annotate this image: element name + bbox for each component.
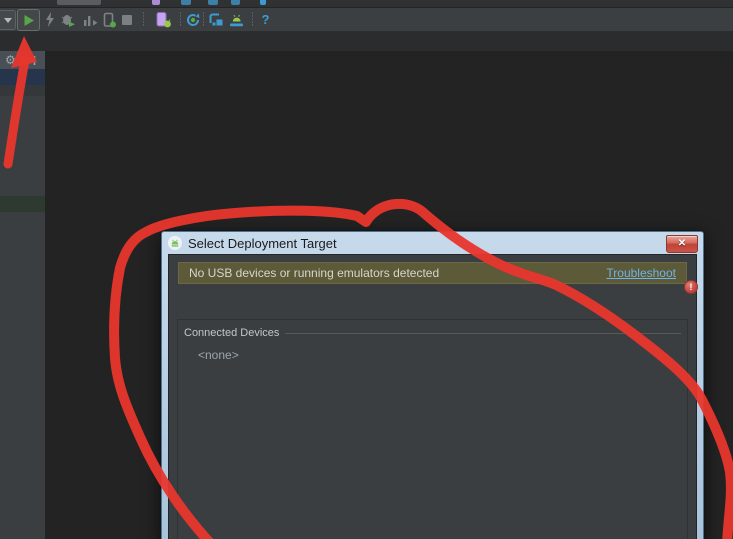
partial-profiler-icon bbox=[231, 0, 240, 5]
device-icon bbox=[101, 12, 117, 28]
partial-avd-icon bbox=[152, 0, 160, 5]
section-label: Connected Devices bbox=[184, 327, 279, 339]
debug-button[interactable] bbox=[59, 11, 76, 28]
dialog-title: Select Deployment Target bbox=[188, 236, 337, 251]
close-button[interactable]: ✕ bbox=[666, 235, 698, 253]
gradle-sync-icon bbox=[185, 12, 201, 28]
warning-banner: No USB devices or running emulators dete… bbox=[178, 262, 687, 284]
toolbar-separator bbox=[180, 12, 181, 27]
banner-message: No USB devices or running emulators dete… bbox=[189, 266, 606, 280]
cutoff-toolbar-strip bbox=[0, 0, 733, 8]
panel-header: ⚙ bbox=[0, 51, 45, 69]
help-button[interactable]: ? bbox=[257, 11, 274, 28]
profile-button[interactable] bbox=[81, 11, 98, 28]
stop-square-icon bbox=[119, 12, 135, 28]
chevron-down-icon bbox=[4, 18, 12, 23]
main-toolbar: ? bbox=[0, 8, 733, 32]
android-logo-icon bbox=[168, 236, 182, 250]
toolbar-separator bbox=[203, 12, 204, 27]
partial-button-icon bbox=[57, 0, 101, 5]
partial-sdk-icon bbox=[208, 0, 218, 5]
profile-chart-icon bbox=[82, 12, 98, 28]
run-play-icon bbox=[22, 14, 35, 27]
error-badge-glyph: ! bbox=[690, 282, 693, 292]
avd-manager-button[interactable] bbox=[152, 11, 176, 28]
avd-manager-icon bbox=[154, 12, 174, 28]
lightning-icon bbox=[43, 12, 57, 27]
toolbar-separator bbox=[252, 12, 253, 27]
dialog-body: No USB devices or running emulators dete… bbox=[168, 254, 697, 539]
toolbar-separator bbox=[143, 12, 144, 27]
settings-gear-icon[interactable]: ⚙ bbox=[5, 54, 16, 66]
highlighted-tree-row[interactable] bbox=[0, 196, 45, 212]
select-deployment-target-dialog: Select Deployment Target ✕ No USB device… bbox=[161, 231, 704, 539]
selected-tree-row[interactable] bbox=[0, 69, 45, 85]
apply-changes-button[interactable] bbox=[41, 11, 58, 28]
left-panel: ⚙ bbox=[0, 51, 45, 539]
sdk-manager-button[interactable] bbox=[207, 11, 224, 28]
dialog-titlebar[interactable]: Select Deployment Target ✕ bbox=[162, 232, 703, 254]
partial-sync-icon bbox=[181, 0, 191, 5]
android-studio-window: ? ⚙ bbox=[0, 0, 733, 539]
tree-row[interactable] bbox=[0, 85, 45, 96]
connected-devices-section: Connected Devices bbox=[178, 320, 687, 339]
debug-bug-icon bbox=[60, 12, 76, 28]
troubleshoot-link[interactable]: Troubleshoot bbox=[606, 266, 676, 280]
no-device-item[interactable]: <none> bbox=[178, 339, 687, 362]
sync-project-button[interactable] bbox=[184, 11, 201, 28]
close-icon: ✕ bbox=[678, 239, 686, 249]
help-icon: ? bbox=[262, 13, 270, 26]
navigation-bar bbox=[0, 32, 733, 51]
partial-help-icon bbox=[260, 0, 266, 5]
error-badge-icon[interactable]: ! bbox=[684, 280, 698, 294]
run-button[interactable] bbox=[17, 9, 40, 31]
android-profiler-icon bbox=[228, 12, 245, 28]
section-divider bbox=[285, 333, 681, 334]
scroll-from-source-icon[interactable] bbox=[24, 54, 37, 67]
attach-debugger-button[interactable] bbox=[100, 11, 117, 28]
run-config-dropdown[interactable] bbox=[0, 10, 16, 30]
android-profiler-button[interactable] bbox=[228, 11, 245, 28]
sdk-manager-icon bbox=[208, 12, 224, 28]
device-list[interactable]: Connected Devices <none> bbox=[177, 319, 688, 539]
stop-button[interactable] bbox=[118, 11, 135, 28]
